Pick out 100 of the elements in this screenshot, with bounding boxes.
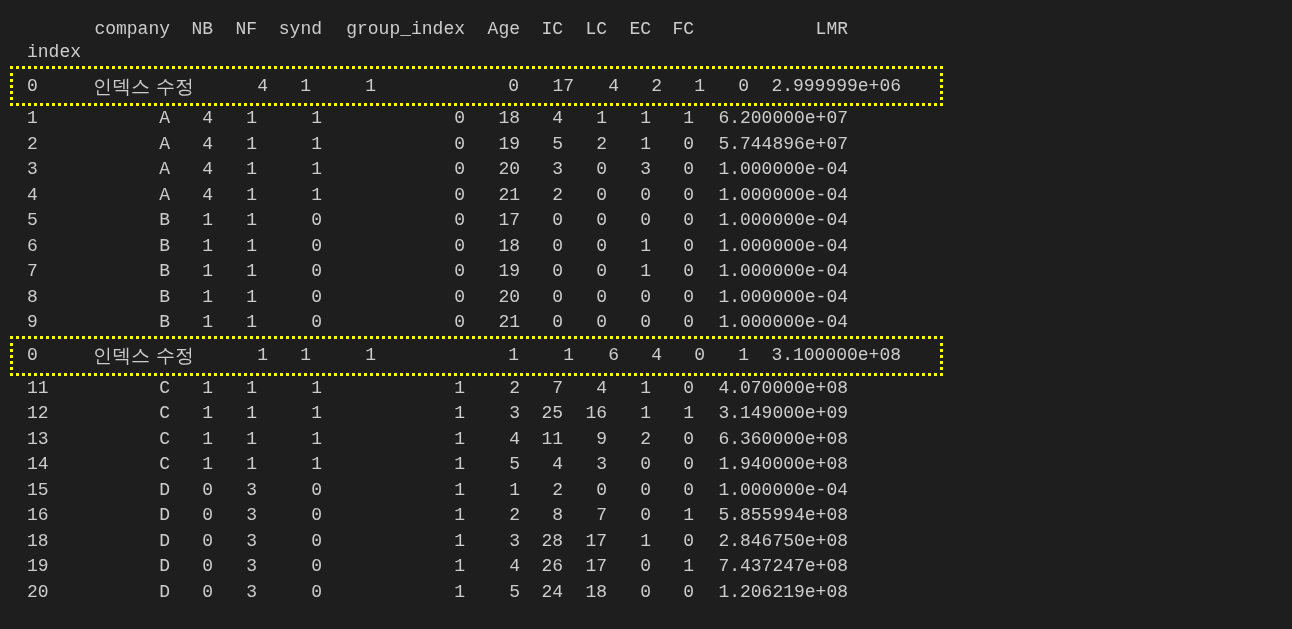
table-cell-text: 0 bbox=[311, 580, 322, 604]
table-cell-text: A bbox=[159, 107, 170, 130]
table-cell-text: 1 bbox=[246, 107, 257, 130]
table-cell-text: 21 bbox=[498, 183, 520, 207]
row-index: 13 bbox=[27, 427, 49, 451]
table-cell-text: 0 bbox=[454, 234, 465, 258]
column-header: EC bbox=[629, 18, 651, 41]
row-index: 6 bbox=[27, 234, 38, 258]
table-cell-text: 1 bbox=[694, 74, 705, 98]
table-cell-text: C bbox=[159, 402, 170, 425]
table-cell-text: 25 bbox=[541, 402, 563, 425]
table-cell-text: 1 bbox=[246, 453, 257, 476]
table-cell-text: 9 bbox=[596, 427, 607, 451]
table-cell-text: 인덱스 수정 bbox=[93, 73, 195, 99]
table-cell-text: 1 bbox=[640, 107, 651, 130]
row-index: 12 bbox=[27, 402, 49, 425]
table-cell-text: 1 bbox=[246, 376, 257, 400]
table-cell-text: D bbox=[159, 504, 170, 527]
table-cell-text: 1 bbox=[246, 183, 257, 207]
row-index: 4 bbox=[27, 183, 38, 207]
table-cell-text: B bbox=[159, 234, 170, 258]
table-cell-text: 1 bbox=[300, 74, 311, 98]
table-cell-text: 0 bbox=[683, 234, 694, 258]
table-cell-text: 2 bbox=[640, 427, 651, 451]
row-index: 8 bbox=[27, 285, 38, 309]
column-header: LC bbox=[585, 18, 607, 41]
table-cell-text: 0 bbox=[640, 478, 651, 502]
table-cell-text: 0 bbox=[311, 555, 322, 578]
table-cell-text: 0 bbox=[694, 344, 705, 367]
table-cell-text: 1 bbox=[454, 555, 465, 578]
table-cell-text: 1 bbox=[246, 311, 257, 334]
table-cell-text: 0 bbox=[683, 453, 694, 476]
table-cell-text: 1 bbox=[365, 344, 376, 367]
table-cell-text: 0 bbox=[596, 158, 607, 181]
table-cell-text: 1 bbox=[202, 453, 213, 476]
table-cell-text: 1 bbox=[640, 376, 651, 400]
table-cell-text: 1 bbox=[246, 285, 257, 309]
table-cell-text: 0 bbox=[311, 285, 322, 309]
table-cell-text: 0 bbox=[454, 285, 465, 309]
table-cell-text: 0 bbox=[596, 183, 607, 207]
table-cell-text: 1 bbox=[454, 402, 465, 425]
table-cell-text: 3 bbox=[246, 580, 257, 604]
table-cell-text: 6 bbox=[608, 344, 619, 367]
column-header: FC bbox=[672, 18, 694, 41]
table-cell-text: 1 bbox=[454, 376, 465, 400]
table-cell-text: 0 bbox=[640, 453, 651, 476]
table-cell-text: 1.940000e+08 bbox=[718, 453, 848, 476]
table-cell-text: 0 bbox=[683, 311, 694, 334]
table-cell-text: 0 bbox=[202, 504, 213, 527]
table-cell-text: 3 bbox=[509, 529, 520, 553]
table-cell-text: 4 bbox=[202, 132, 213, 156]
table-cell-text: 4 bbox=[552, 107, 563, 130]
table-cell-text: 0 bbox=[454, 107, 465, 130]
table-cell-text: 0 bbox=[640, 504, 651, 527]
table-cell-text: 1 bbox=[454, 504, 465, 527]
table-cell-text: 1 bbox=[311, 132, 322, 156]
table-cell-text: 0 bbox=[454, 158, 465, 181]
table-cell-text: 0 bbox=[311, 260, 322, 283]
table-cell-text: 28 bbox=[541, 529, 563, 553]
table-cell-text: 1.000000e-04 bbox=[718, 158, 848, 181]
table-cell-text: B bbox=[159, 209, 170, 232]
table-cell-text: 0 bbox=[596, 311, 607, 334]
table-cell-text: 1.000000e-04 bbox=[718, 260, 848, 283]
table-cell-text: 0 bbox=[311, 311, 322, 334]
table-cell-text: 인덱스 수정 bbox=[93, 343, 195, 369]
table-cell-text: 2 bbox=[509, 504, 520, 527]
table-cell-text: 4.070000e+08 bbox=[718, 376, 848, 400]
table-cell-text: 24 bbox=[541, 580, 563, 604]
table-cell-text: 4 bbox=[608, 74, 619, 98]
table-cell-text: 21 bbox=[498, 311, 520, 334]
table-cell-text: 6.200000e+07 bbox=[718, 107, 848, 130]
table-cell-text: 17 bbox=[585, 529, 607, 553]
table-cell-text: 0 bbox=[596, 260, 607, 283]
table-cell-text: 1 bbox=[640, 234, 651, 258]
table-cell-text: 1 bbox=[683, 504, 694, 527]
table-cell-text: 1.000000e-04 bbox=[718, 183, 848, 207]
table-cell-text: 1 bbox=[563, 344, 574, 367]
table-cell-text: 6.360000e+08 bbox=[718, 427, 848, 451]
row-index: 3 bbox=[27, 158, 38, 181]
row-index: 5 bbox=[27, 209, 38, 232]
table-cell-text: 0 bbox=[640, 555, 651, 578]
table-cell-text: 0 bbox=[596, 478, 607, 502]
table-cell-text: 3 bbox=[246, 504, 257, 527]
table-cell-text: 1 bbox=[202, 376, 213, 400]
table-cell-text: 1 bbox=[202, 427, 213, 451]
table-cell-text: 8 bbox=[552, 504, 563, 527]
table-cell-text: 19 bbox=[498, 260, 520, 283]
table-cell-text: 1 bbox=[365, 74, 376, 98]
table-cell-text: 0 bbox=[683, 427, 694, 451]
table-cell-text: 0 bbox=[311, 234, 322, 258]
table-cell-text: 1.000000e-04 bbox=[718, 311, 848, 334]
table-cell-text: 1 bbox=[246, 402, 257, 425]
table-cell-text: 0 bbox=[552, 285, 563, 309]
row-index: 16 bbox=[27, 504, 49, 527]
table-cell-text: 1 bbox=[246, 132, 257, 156]
table-cell-text: 0 bbox=[552, 311, 563, 334]
column-header: NB bbox=[191, 18, 213, 41]
table-cell-text: 18 bbox=[585, 580, 607, 604]
table-cell-text: 0 bbox=[552, 260, 563, 283]
row-index: 20 bbox=[27, 580, 49, 604]
